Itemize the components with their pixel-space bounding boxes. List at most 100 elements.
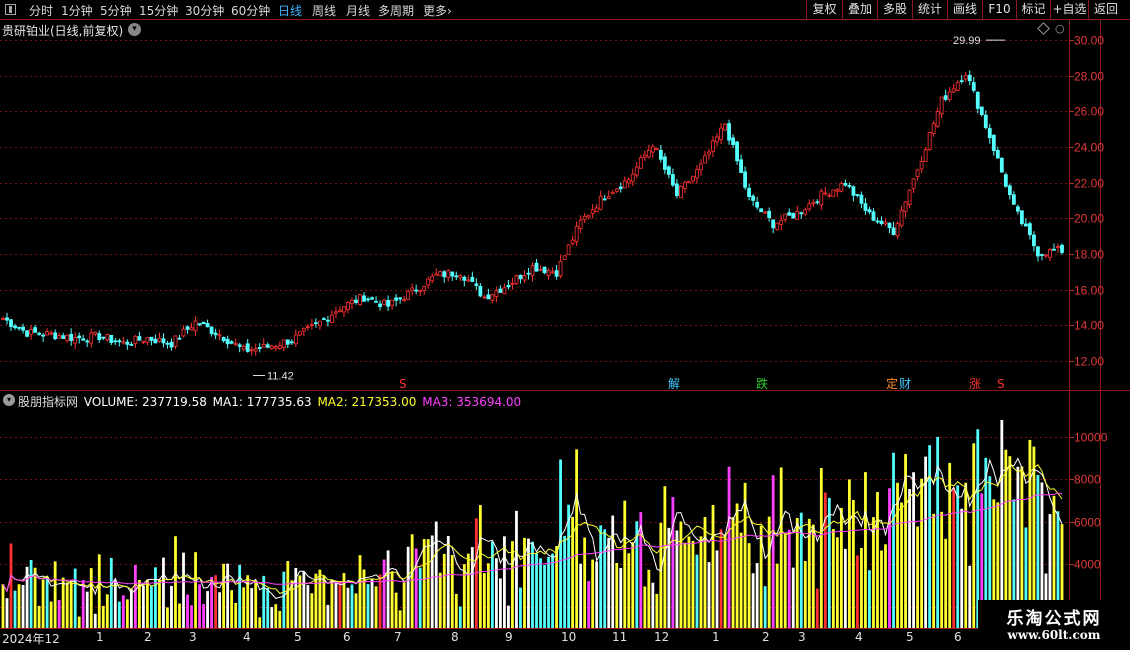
candle-body [638,157,643,169]
volume-bar [839,507,843,628]
candle-body [707,151,711,155]
volume-bar [944,538,948,628]
candle-body [530,265,535,276]
candle-body [903,201,908,213]
volume-bar [150,585,153,628]
candle-body [955,82,960,91]
candle-body [414,289,419,292]
volume-bar [647,569,651,628]
candle-body [851,186,856,196]
volume-bar [422,539,426,628]
volume-bar [242,587,246,628]
date-label: 11 [612,630,628,644]
volume-bar [763,586,767,628]
candle-body [779,220,784,225]
candle-body [382,299,386,305]
volume-bar [270,607,274,628]
candle-body [783,213,788,220]
date-label: 5 [906,630,914,644]
volume-bar [266,588,270,628]
close-icon[interactable]: ○ [1055,22,1065,35]
candle-body [598,195,603,210]
volume-bar [948,462,952,628]
candle-body [727,123,731,141]
candle-body [1028,223,1032,236]
candle-body [169,341,174,348]
price-tick-label: 26.00 [1074,105,1104,119]
candle-body [93,331,98,335]
volume-bar [45,576,49,628]
candle-body [715,136,719,143]
candle-body [145,337,150,343]
volume-bar [687,536,691,628]
volume-bar [402,582,406,628]
volume-bar [591,559,595,628]
candle-body [518,274,523,280]
candle-body [1015,206,1020,212]
candle-body [253,348,258,352]
candle-body [309,324,314,327]
candle-body [522,275,527,281]
candle-body [89,332,94,344]
candle-body [498,288,503,293]
candle-body [245,343,250,352]
volume-bar [454,593,458,628]
volume-bar [583,537,587,628]
candle-body [606,196,611,200]
volume-bar [623,500,627,628]
candle-body [77,335,82,339]
candle-body [550,271,555,274]
volume-bar [482,573,486,628]
candle-body [402,299,407,302]
candle-body [249,349,254,352]
volume-bar [430,535,434,628]
candle-body [49,332,54,335]
candle-body [566,244,571,255]
candle-body [101,336,106,339]
candle-body [113,340,118,343]
candle-body [871,211,876,221]
volume-bar [486,563,490,628]
chart-canvas[interactable]: 12.00 14.00 16.00 18.00 20.00 22.00 24.00 26.00… [0,0,1130,650]
candle-body [273,346,278,349]
candle-body [959,80,964,83]
candle-body [133,335,138,344]
volume-bar [932,513,936,628]
candle-body [891,227,896,236]
price-tick-label: 22.00 [1074,177,1104,191]
volume-bar [226,563,230,628]
candle-body [1048,249,1052,258]
candle-body [1019,210,1024,225]
candle-body [165,342,170,345]
candle-body [634,166,639,176]
candle-body [221,337,226,342]
volume-bar [470,547,474,628]
candle-body [153,338,158,344]
candle-body [791,213,796,219]
date-label: 2 [762,630,770,644]
candle-body [787,212,792,216]
candle-body [261,344,266,348]
volume-bar [795,517,799,628]
volume-bar [13,590,17,628]
candle-body [803,209,808,215]
date-label: 4 [855,630,863,644]
volume-bar [322,575,326,628]
watermark: 乐淘公式网 www.60lt.com [978,600,1130,650]
volume-bar [519,587,522,628]
volume-bar [595,561,599,628]
volume-bar [286,561,290,628]
price-tick-label: 18.00 [1074,248,1104,262]
chevron-down-icon[interactable]: ▾ [128,23,141,36]
volume-bar [206,591,209,628]
candle-body [462,276,467,281]
volume-bar [202,604,205,628]
volume-bar [346,587,350,628]
candle-body [149,336,154,341]
candle-body [358,294,362,305]
volume-bar [531,541,534,628]
volume-bar [860,547,863,628]
chevron-down-icon[interactable]: ▾ [3,394,15,406]
volume-bar [238,564,242,628]
candle-body [666,166,671,175]
